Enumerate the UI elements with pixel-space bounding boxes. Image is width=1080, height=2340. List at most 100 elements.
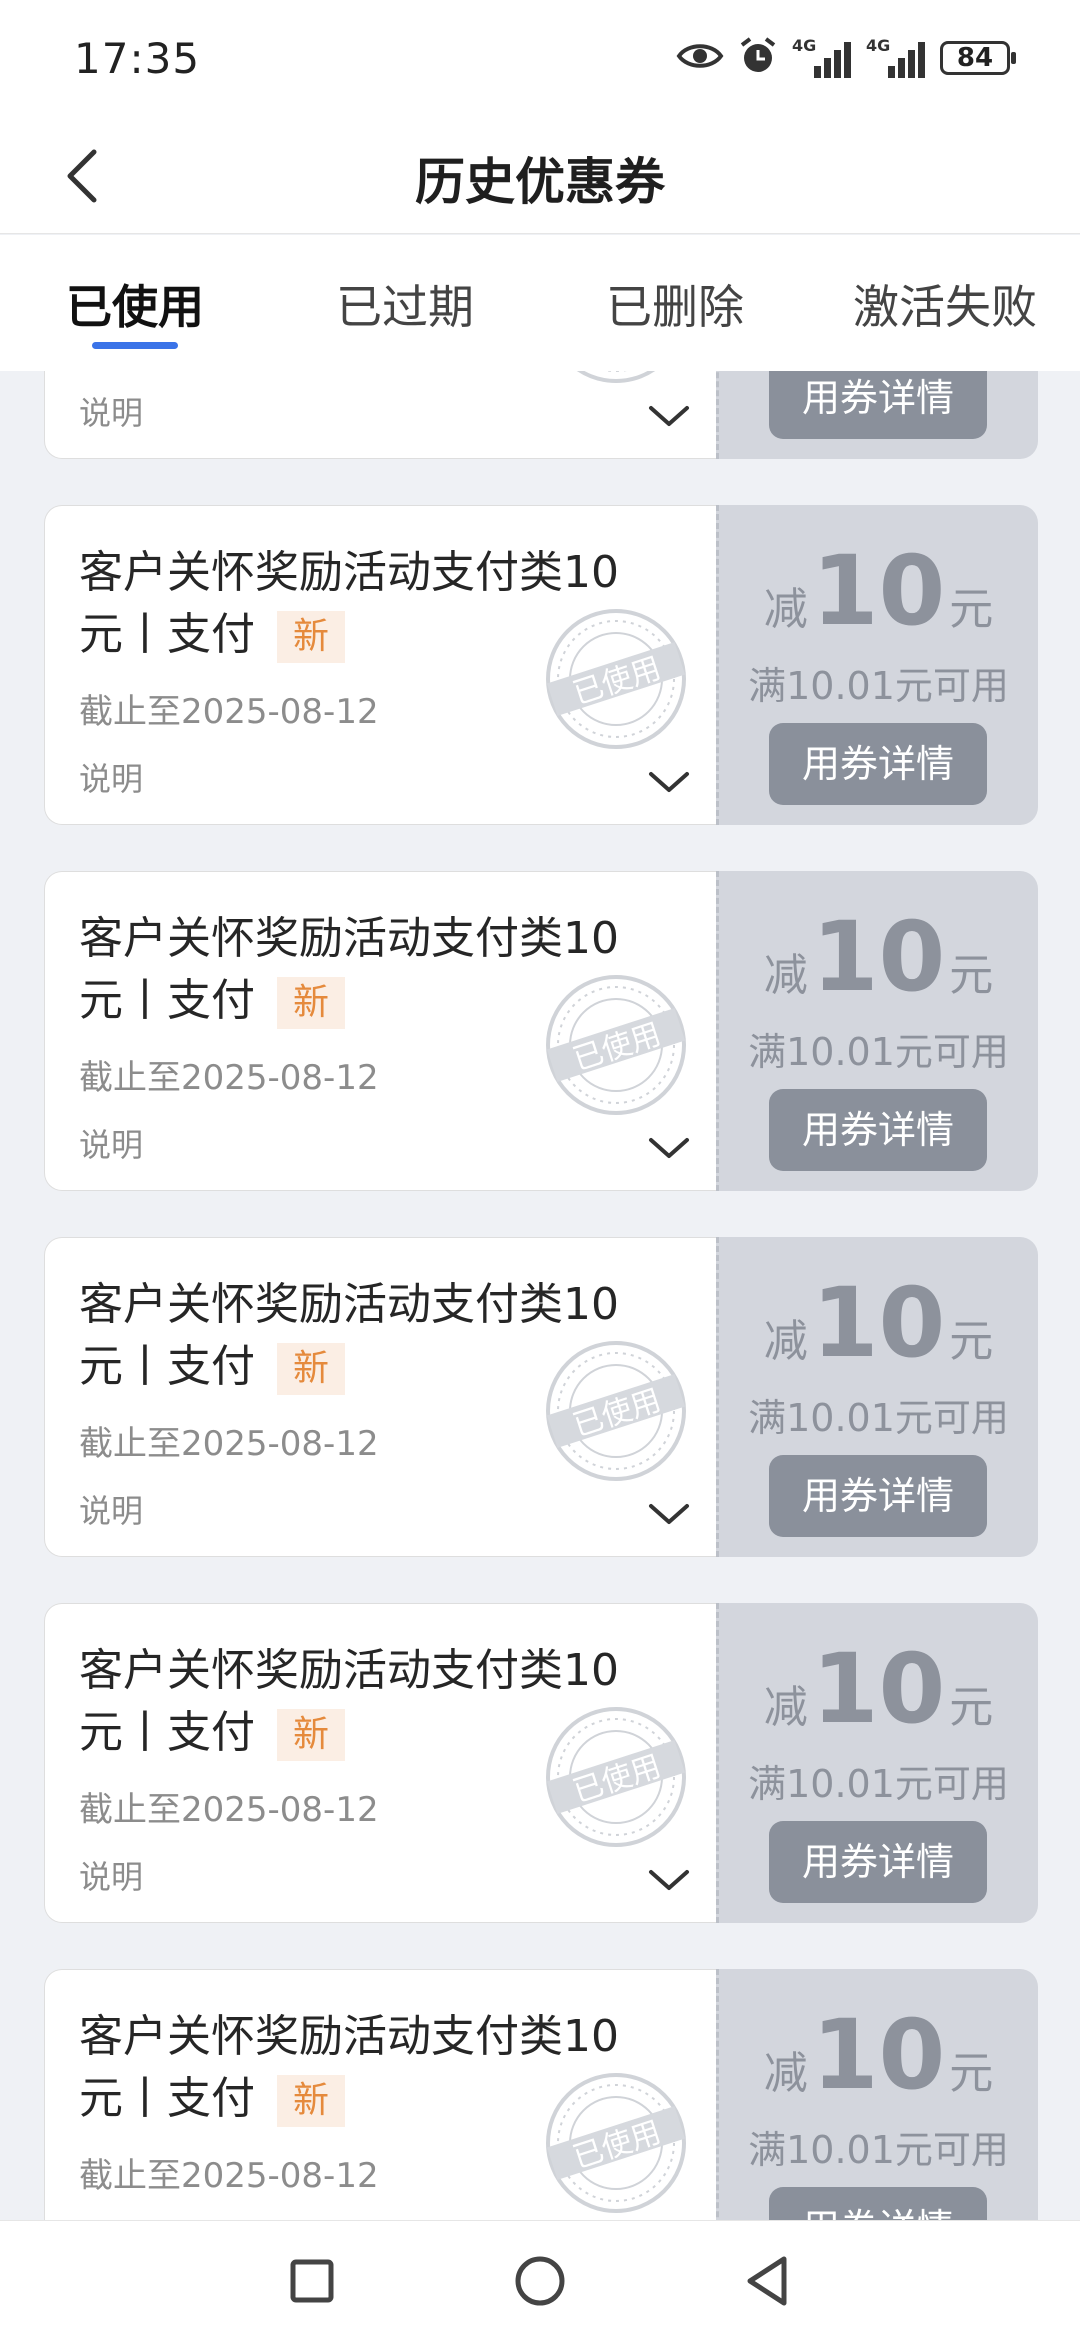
amount-prefix: 减 — [763, 1316, 808, 1367]
coupon-title-line1: 客户关怀奖励活动支付类10 — [79, 547, 619, 598]
coupon-title-line2: 元丨支付 — [79, 1341, 255, 1392]
status-time: 17:35 — [74, 34, 201, 83]
amount-value: 10 — [811, 901, 946, 1013]
coupon-expire-date: 截止至2025-08-12 — [79, 692, 379, 732]
amount-value: 10 — [811, 1267, 946, 1379]
alarm-icon — [738, 36, 778, 80]
coupon-expire-date: 截止至2025-08-12 — [79, 2156, 379, 2196]
chevron-down-icon[interactable] — [647, 1866, 691, 1894]
coupon-description-label[interactable]: 说明 — [79, 1486, 143, 1532]
new-badge: 新 — [277, 1343, 346, 1395]
used-stamp-icon: 已使用 — [543, 972, 689, 1118]
coupon-value-panel: 减10元满10.01元可用用券详情 — [716, 1969, 1038, 2220]
coupon-value-panel: 减10元满10.01元可用用券详情 — [716, 505, 1038, 825]
new-badge: 新 — [277, 977, 346, 1029]
amount-prefix: 减 — [763, 1682, 808, 1733]
amount-unit: 元 — [949, 1682, 994, 1733]
signal-icon: 4G — [792, 36, 852, 78]
coupon-amount: 减10元 — [719, 2005, 1038, 2105]
coupon-detail-button[interactable]: 用券详情 — [769, 1821, 987, 1903]
new-badge: 新 — [277, 611, 346, 663]
coupon-value-panel: 减10元满10.01元可用用券详情 — [716, 871, 1038, 1191]
coupon-value-panel: 减10元满10.01元可用用券详情 — [716, 371, 1038, 459]
coupon-detail-button[interactable]: 用券详情 — [769, 723, 987, 805]
used-stamp-icon: 已使用 — [543, 1338, 689, 1484]
coupon-amount: 减10元 — [719, 907, 1038, 1007]
coupon-title-line2: 元丨支付 — [79, 975, 255, 1026]
amount-prefix: 减 — [763, 584, 808, 635]
coupon-card: 客户关怀奖励活动支付类10元丨支付新截止至2025-08-12说明已使用减10元… — [44, 1603, 1038, 1923]
network-type-1: 4G — [792, 36, 817, 55]
amount-value: 10 — [811, 1633, 946, 1745]
coupon-title-line1: 客户关怀奖励活动支付类10 — [79, 2011, 619, 2062]
chevron-down-icon[interactable] — [647, 1500, 691, 1528]
coupon-title-line2: 元丨支付 — [79, 609, 255, 660]
header: 历史优惠券 — [0, 118, 1080, 234]
chevron-down-icon[interactable] — [647, 1134, 691, 1162]
amount-value: 10 — [811, 535, 946, 647]
tab-activation-failed[interactable]: 激活失败 — [810, 235, 1080, 371]
coupon-detail-button[interactable]: 用券详情 — [769, 2187, 987, 2220]
eye-icon — [676, 39, 724, 77]
coupon-title-line2: 元丨支付 — [79, 2073, 255, 2124]
amount-unit: 元 — [949, 950, 994, 1001]
recent-apps-icon[interactable] — [282, 2251, 342, 2311]
status-bar: 17:35 4G 4G 84 — [0, 0, 1080, 118]
coupon-card: 客户关怀奖励活动支付类10元丨支付新截止至2025-08-12说明已使用减10元… — [44, 871, 1038, 1191]
network-type-2: 4G — [866, 36, 891, 55]
coupon-info: 客户关怀奖励活动支付类10元丨支付新截止至2025-08-12说明已使用 — [44, 1969, 716, 2220]
coupon-value-panel: 减10元满10.01元可用用券详情 — [716, 1603, 1038, 1923]
coupon-amount: 减10元 — [719, 1639, 1038, 1739]
coupon-amount: 减10元 — [719, 1273, 1038, 1373]
coupon-list[interactable]: 客户关怀奖励活动支付类10元丨支付新截止至2025-08-12说明已使用减10元… — [0, 371, 1080, 2220]
tab-expired[interactable]: 已过期 — [270, 235, 540, 371]
coupon-amount: 减10元 — [719, 541, 1038, 641]
back-icon[interactable] — [738, 2251, 798, 2311]
system-nav-bar — [0, 2220, 1080, 2340]
coupon-title-line1: 客户关怀奖励活动支付类10 — [79, 1279, 619, 1330]
coupon-card: 客户关怀奖励活动支付类10元丨支付新截止至2025-08-12说明已使用减10元… — [44, 1237, 1038, 1557]
coupon-description-label[interactable]: 说明 — [79, 754, 143, 800]
signal-icon: 4G — [866, 36, 926, 78]
coupon-description-label[interactable]: 说明 — [79, 1852, 143, 1898]
amount-value: 10 — [811, 1999, 946, 2111]
coupon-condition: 满10.01元可用 — [748, 1762, 1009, 1806]
coupon-description-label[interactable]: 说明 — [79, 388, 143, 434]
tab-deleted[interactable]: 已删除 — [540, 235, 810, 371]
coupon-title-line1: 客户关怀奖励活动支付类10 — [79, 1645, 619, 1696]
amount-unit: 元 — [949, 1316, 994, 1367]
amount-prefix: 减 — [763, 2048, 808, 2099]
used-stamp-icon: 已使用 — [543, 1704, 689, 1850]
tab-used[interactable]: 已使用 — [0, 235, 270, 371]
new-badge: 新 — [277, 1709, 346, 1761]
coupon-title-line1: 客户关怀奖励活动支付类10 — [79, 913, 619, 964]
amount-prefix: 减 — [763, 950, 808, 1001]
coupon-info: 客户关怀奖励活动支付类10元丨支付新截止至2025-08-12说明已使用 — [44, 1237, 716, 1557]
coupon-condition: 满10.01元可用 — [748, 1030, 1009, 1074]
coupon-detail-button[interactable]: 用券详情 — [769, 1455, 987, 1537]
coupon-expire-date: 截止至2025-08-12 — [79, 1790, 379, 1830]
tab-bar: 已使用 已过期 已删除 激活失败 — [0, 235, 1080, 371]
coupon-card: 客户关怀奖励活动支付类10元丨支付新截止至2025-08-12说明已使用减10元… — [44, 371, 1038, 459]
coupon-detail-button[interactable]: 用券详情 — [769, 1089, 987, 1171]
coupon-list-inner: 客户关怀奖励活动支付类10元丨支付新截止至2025-08-12说明已使用减10元… — [0, 371, 1080, 2220]
coupon-detail-button[interactable]: 用券详情 — [769, 371, 987, 439]
coupon-info: 客户关怀奖励活动支付类10元丨支付新截止至2025-08-12说明已使用 — [44, 1603, 716, 1923]
used-stamp-icon: 已使用 — [543, 2070, 689, 2216]
chevron-down-icon[interactable] — [647, 768, 691, 796]
chevron-down-icon[interactable] — [647, 402, 691, 430]
coupon-expire-date: 截止至2025-08-12 — [79, 1058, 379, 1098]
coupon-condition: 满10.01元可用 — [748, 664, 1009, 708]
coupon-description-label[interactable]: 说明 — [79, 1120, 143, 1166]
amount-unit: 元 — [949, 584, 994, 635]
used-stamp-icon: 已使用 — [543, 606, 689, 752]
coupon-condition: 满10.01元可用 — [748, 2128, 1009, 2172]
home-icon[interactable] — [510, 2251, 570, 2311]
coupon-card: 客户关怀奖励活动支付类10元丨支付新截止至2025-08-12说明已使用减10元… — [44, 505, 1038, 825]
coupon-info: 客户关怀奖励活动支付类10元丨支付新截止至2025-08-12说明已使用 — [44, 371, 716, 459]
page-title: 历史优惠券 — [415, 153, 665, 211]
battery-icon: 84 — [940, 41, 1016, 75]
used-stamp-icon: 已使用 — [543, 371, 689, 386]
coupon-value-panel: 减10元满10.01元可用用券详情 — [716, 1237, 1038, 1557]
new-badge: 新 — [277, 2075, 346, 2127]
